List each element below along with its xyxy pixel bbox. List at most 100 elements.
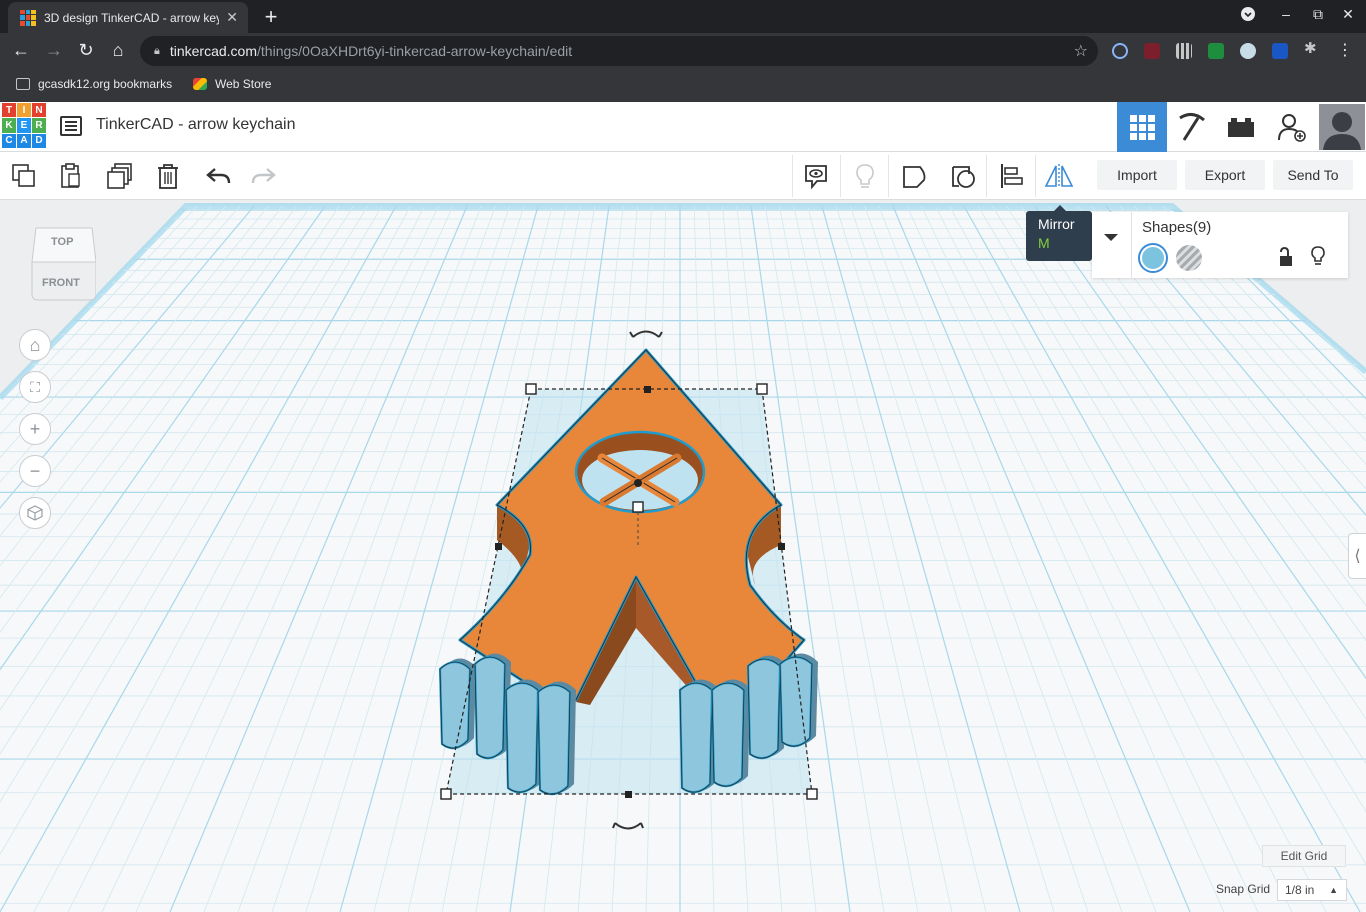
workplane[interactable]	[0, 200, 1366, 912]
undo-button[interactable]	[202, 160, 234, 192]
3d-view-button[interactable]	[1117, 102, 1167, 152]
export-button[interactable]: Export	[1185, 160, 1265, 190]
home-view-button[interactable]: ⌂	[19, 329, 51, 361]
extension-record-icon[interactable]	[1112, 43, 1128, 59]
extension-screencast-icon[interactable]	[1144, 43, 1160, 59]
trash-icon	[158, 164, 178, 189]
redo-icon	[251, 168, 276, 184]
lock-icon: 🔒︎	[154, 44, 160, 57]
group-button[interactable]	[898, 160, 930, 192]
shape-inspector-panel: Shapes(9)	[1092, 212, 1348, 278]
height-handle[interactable]	[632, 501, 644, 513]
lock-toggle[interactable]	[1278, 246, 1294, 272]
extension-qr-icon[interactable]	[1176, 43, 1192, 59]
edge-handle[interactable]	[495, 543, 502, 550]
finger-shape[interactable]	[778, 653, 818, 748]
reload-icon[interactable]: ↻	[75, 40, 97, 61]
address-bar[interactable]: 🔒︎ tinkercad.com/things/0OaXHDrt6yi-tink…	[140, 36, 1098, 66]
finger-shape[interactable]	[536, 681, 576, 796]
edge-handle[interactable]	[644, 386, 651, 393]
fit-view-icon: ⛶	[30, 378, 40, 395]
toolbar-separator	[792, 155, 793, 197]
extensions-puzzle-icon[interactable]: ✱	[1304, 39, 1320, 57]
plus-icon: +	[29, 418, 41, 439]
forward-arrow-icon[interactable]: →	[43, 40, 65, 61]
back-arrow-icon[interactable]: ←	[10, 40, 32, 61]
new-tab-button[interactable]: +	[259, 4, 283, 30]
group-shape-icon	[903, 166, 926, 188]
bookmark-folder[interactable]: gcasdk12.org bookmarks	[16, 77, 172, 91]
home-icon[interactable]: ⌂	[107, 40, 129, 61]
bookmark-star-icon[interactable]: ☆	[1074, 41, 1088, 61]
tab-search-icon[interactable]	[1238, 6, 1258, 25]
window-close-icon[interactable]: ✕	[1338, 6, 1358, 23]
perspective-button[interactable]	[19, 497, 51, 529]
add-user-icon	[1278, 114, 1306, 142]
url-host: tinkercad.com	[169, 43, 258, 59]
extension-cloud-icon[interactable]	[1240, 43, 1256, 59]
fit-view-button[interactable]: ⛶	[19, 371, 51, 403]
browser-tab-bar: 3D design TinkerCAD - arrow keychain | T…	[0, 0, 1366, 33]
collapse-panel-button[interactable]	[1102, 230, 1120, 248]
copy-button[interactable]	[8, 160, 40, 192]
ungroup-shape-icon	[952, 166, 975, 188]
url-path: /things/0OaXHDrt6yi-tinkercad-arrow-keyc…	[257, 43, 573, 59]
user-avatar[interactable]	[1318, 102, 1366, 152]
bookmark-web-store[interactable]: Web Store	[193, 77, 271, 91]
invite-user-button[interactable]	[1267, 102, 1317, 152]
align-icon	[1001, 164, 1023, 188]
design-title[interactable]: TinkerCAD - arrow keychain	[96, 116, 295, 134]
chevron-left-icon: ⟨	[1354, 548, 1361, 565]
align-button[interactable]	[995, 160, 1027, 192]
view-cube-top[interactable]: TOP	[51, 236, 73, 248]
edit-grid-button[interactable]: Edit Grid	[1262, 845, 1346, 867]
delete-button[interactable]	[152, 160, 184, 192]
browser-menu-icon[interactable]: ⋮	[1334, 40, 1356, 60]
ungroup-button[interactable]	[947, 160, 979, 192]
chevron-down-icon	[1104, 234, 1118, 241]
edge-handle[interactable]	[778, 543, 785, 550]
import-button[interactable]: Import	[1097, 160, 1177, 190]
bricks-view-button[interactable]	[1216, 102, 1266, 152]
blocks-view-button[interactable]	[1167, 102, 1217, 152]
view-cube[interactable]: TOP FRONT	[30, 226, 97, 302]
snap-grid-value: 1/8 in	[1285, 883, 1315, 897]
show-all-button[interactable]	[849, 160, 881, 192]
visibility-toggle[interactable]	[1310, 245, 1326, 272]
tab-close-icon[interactable]: ✕	[226, 9, 238, 26]
paste-button[interactable]	[55, 160, 87, 192]
folder-icon	[16, 78, 30, 90]
workplane-canvas	[0, 203, 1366, 912]
mirror-button[interactable]	[1043, 160, 1075, 192]
logo-letter: I	[17, 103, 31, 118]
corner-handle[interactable]	[806, 788, 818, 800]
restore-icon[interactable]: ⧉	[1308, 6, 1328, 23]
redo-button[interactable]	[248, 160, 280, 192]
extension-sheets-icon[interactable]	[1208, 43, 1224, 59]
zoom-in-button[interactable]: +	[19, 413, 51, 445]
expand-side-panel-button[interactable]: ⟨	[1348, 533, 1366, 579]
lightbulb-icon	[1311, 246, 1325, 265]
design-list-icon[interactable]	[60, 116, 82, 136]
brick-icon	[1228, 118, 1254, 137]
hole-swatch[interactable]	[1176, 245, 1202, 271]
browser-tab[interactable]: 3D design TinkerCAD - arrow keychain | T…	[8, 2, 248, 33]
tinkercad-logo[interactable]: T I N K E R C A D	[2, 103, 46, 148]
corner-handle[interactable]	[440, 788, 452, 800]
corner-handle[interactable]	[756, 383, 768, 395]
solid-color-swatch[interactable]	[1140, 245, 1166, 271]
extension-blue-icon[interactable]	[1272, 43, 1288, 59]
edge-handle[interactable]	[625, 791, 632, 798]
send-to-button[interactable]: Send To	[1273, 160, 1353, 190]
speech-eye-icon	[805, 165, 827, 190]
corner-handle[interactable]	[525, 383, 537, 395]
snap-grid-select[interactable]: 1/8 in ▲	[1277, 879, 1347, 901]
duplicate-button[interactable]	[104, 160, 136, 192]
notes-button[interactable]	[800, 160, 832, 192]
minimize-icon[interactable]: –	[1276, 6, 1296, 22]
finger-shape[interactable]	[710, 679, 750, 788]
zoom-out-button[interactable]: −	[19, 455, 51, 487]
cube-icon	[27, 505, 43, 521]
view-cube-front[interactable]: FRONT	[42, 277, 80, 289]
lightbulb-icon	[856, 164, 874, 188]
